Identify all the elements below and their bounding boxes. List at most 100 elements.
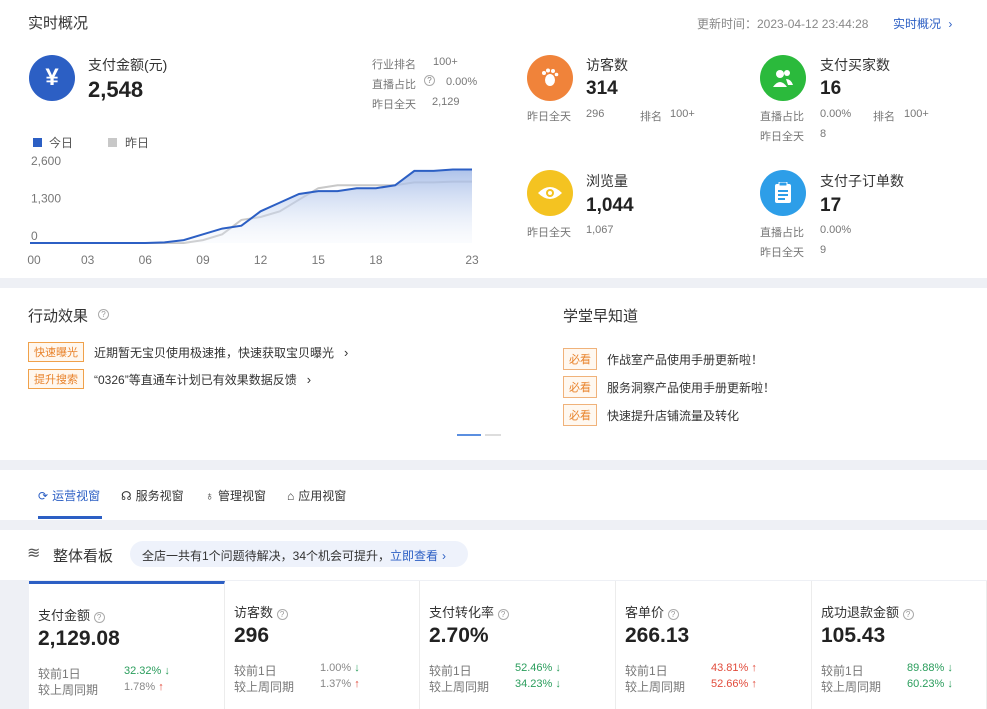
rank-label: 行业排名 bbox=[372, 59, 416, 71]
overview-link[interactable]: 实时概况 › bbox=[893, 15, 952, 32]
action-tag: 提升搜索 bbox=[28, 369, 84, 389]
compare-percent: 34.23% bbox=[515, 678, 553, 690]
series-area-today bbox=[30, 169, 472, 243]
footprint-icon bbox=[527, 55, 573, 101]
overview-card[interactable]: 支付转化率 ? 2.70% 较前1日 52.46% ↓ 较上周同期 34.23%… bbox=[420, 581, 616, 709]
chevron-right-icon: › bbox=[306, 371, 312, 387]
payment-label: 支付金额(元) bbox=[88, 57, 168, 73]
card-compare-label: 较前1日 bbox=[234, 664, 277, 678]
y-tick-label: 2,600 bbox=[31, 154, 61, 168]
action-item[interactable]: 快速曝光 近期暂无宝贝使用极速推，快速获取宝贝曝光 › bbox=[28, 342, 348, 362]
metric-rank-label: 排名 bbox=[640, 111, 662, 123]
card-compare-value: 43.81% ↑ bbox=[711, 662, 757, 674]
metric-yesterday-value: 296 bbox=[586, 108, 605, 120]
compare-percent: 89.88% bbox=[907, 662, 945, 674]
help-icon[interactable]: ? bbox=[667, 609, 679, 620]
action-item[interactable]: 提升搜索 “0326”等直通车计划已有效果数据反馈 › bbox=[28, 369, 311, 389]
payment-value: 2,548 bbox=[88, 77, 144, 102]
card-compare-label: 较前1日 bbox=[821, 664, 864, 678]
card-value: 266.13 bbox=[625, 624, 690, 647]
learn-item[interactable]: 必看 快速提升店铺流量及转化 bbox=[563, 404, 739, 426]
metric-live-label: 直播占比 bbox=[760, 227, 804, 239]
bag-icon: ♁ bbox=[205, 488, 214, 503]
overview-card[interactable]: 访客数 ? 296 较前1日 1.00% ↓ 较上周同期 1.37% ↑ bbox=[225, 581, 420, 709]
action-text[interactable]: “0326”等直通车计划已有效果数据反馈 bbox=[94, 371, 297, 388]
refresh-icon: ⟳ bbox=[38, 488, 49, 503]
compare-percent: 52.66% bbox=[711, 678, 749, 690]
overview-card[interactable]: 支付金额 ? 2,129.08 较前1日 32.32% ↓ 较上周同期 1.78… bbox=[29, 581, 225, 709]
learn-tag: 必看 bbox=[563, 348, 597, 370]
notice-link[interactable]: 立即查看 bbox=[390, 549, 438, 563]
help-icon[interactable]: ? bbox=[424, 75, 435, 86]
chevron-right-icon: › bbox=[344, 344, 349, 360]
help-icon[interactable]: ? bbox=[497, 609, 509, 620]
learn-item[interactable]: 必看 服务洞察产品使用手册更新啦！ bbox=[563, 376, 775, 398]
arrow-down-icon: ↓ bbox=[555, 678, 561, 690]
tab-management[interactable]: ♁ 管理视窗 bbox=[205, 487, 266, 504]
learn-text[interactable]: 作战室产品使用手册更新啦！ bbox=[607, 351, 763, 368]
tab-label[interactable]: 管理视窗 bbox=[218, 487, 266, 504]
learn-item[interactable]: 必看 作战室产品使用手册更新啦！ bbox=[563, 348, 763, 370]
learn-text[interactable]: 服务洞察产品使用手册更新啦！ bbox=[607, 379, 775, 396]
help-icon[interactable]: ? bbox=[902, 609, 914, 620]
card-label-text: 访客数 bbox=[234, 605, 274, 620]
carousel-dot-active[interactable] bbox=[457, 434, 481, 436]
card-compare-label: 较上周同期 bbox=[38, 683, 99, 697]
metric-yesterday-value: 1,067 bbox=[586, 224, 614, 236]
legend-label-yesterday: 昨日 bbox=[125, 136, 149, 150]
arrow-down-icon: ↓ bbox=[164, 665, 170, 677]
metric-rank-value: 100+ bbox=[670, 108, 695, 120]
card-compare-value: 34.23% ↓ bbox=[515, 678, 561, 690]
tab-apps[interactable]: ⌂ 应用视窗 bbox=[287, 487, 346, 504]
arrow-down-icon: ↓ bbox=[947, 678, 953, 690]
tab-active-indicator bbox=[38, 516, 102, 519]
card-value: 105.43 bbox=[821, 624, 886, 647]
compare-percent: 1.00% bbox=[320, 662, 352, 674]
help-icon[interactable]: ? bbox=[93, 612, 105, 623]
order-icon bbox=[760, 170, 806, 216]
card-compare-label: 较上周同期 bbox=[429, 680, 490, 694]
card-compare-value: 32.32% ↓ bbox=[124, 665, 170, 677]
card-compare-value: 52.66% ↑ bbox=[711, 678, 757, 690]
overview-card[interactable]: 客单价 ? 266.13 较前1日 43.81% ↑ 较上周同期 52.66% … bbox=[616, 581, 812, 709]
tab-service[interactable]: ☊ 服务视窗 bbox=[121, 487, 184, 504]
x-tick-label: 15 bbox=[312, 253, 326, 267]
metric-rank-label: 排名 bbox=[873, 111, 895, 123]
rank-value: 100+ bbox=[433, 56, 458, 68]
card-compare-value: 1.00% ↓ bbox=[320, 662, 360, 674]
card-value: 296 bbox=[234, 624, 270, 647]
action-text[interactable]: 近期暂无宝贝使用极速推，快速获取宝贝曝光 bbox=[94, 344, 334, 361]
metric-value-pageviews: 1,044 bbox=[586, 195, 634, 216]
action-tag: 快速曝光 bbox=[28, 342, 84, 362]
overview-link-label[interactable]: 实时概况 bbox=[893, 17, 941, 31]
metric-value-suborders: 17 bbox=[820, 195, 842, 216]
card-label: 支付转化率 ? bbox=[429, 602, 509, 621]
card-compare-value: 52.46% ↓ bbox=[515, 662, 561, 674]
help-icon[interactable]: ? bbox=[98, 309, 109, 320]
metric-yesterday-value: 9 bbox=[820, 244, 827, 256]
notice-text: 全店一共有1个问题待解决，34个机会可提升， bbox=[142, 549, 391, 563]
board-notice[interactable]: 全店一共有1个问题待解决，34个机会可提升，立即查看 › bbox=[130, 541, 468, 567]
carousel-dot[interactable] bbox=[485, 434, 501, 436]
yesterday-label: 昨日全天 bbox=[372, 99, 416, 111]
yesterday-value: 2,129 bbox=[432, 96, 460, 108]
footprint-glyph bbox=[542, 68, 559, 86]
arrow-up-icon: ↑ bbox=[354, 678, 360, 690]
x-tick-label: 09 bbox=[196, 253, 210, 267]
tab-label[interactable]: 服务视窗 bbox=[136, 487, 184, 504]
help-icon[interactable]: ? bbox=[276, 609, 288, 620]
card-value: 2.70% bbox=[429, 624, 489, 647]
chevron-right-icon: › bbox=[442, 549, 447, 563]
learn-text[interactable]: 快速提升店铺流量及转化 bbox=[607, 407, 739, 424]
tab-label[interactable]: 应用视窗 bbox=[298, 487, 346, 504]
card-value: 2,129.08 bbox=[38, 627, 120, 650]
legend-swatch-yesterday bbox=[108, 138, 117, 147]
metric-live-value: 0.00% bbox=[820, 224, 852, 236]
tab-operations[interactable]: ⟳ 运营视窗 bbox=[38, 487, 100, 504]
tab-label[interactable]: 运营视窗 bbox=[52, 487, 100, 504]
compare-percent: 43.81% bbox=[711, 662, 749, 674]
overview-card[interactable]: 成功退款金额 ? 105.43 较前1日 89.88% ↓ 较上周同期 60.2… bbox=[812, 581, 987, 709]
metric-live-value: 0.00% bbox=[820, 108, 852, 120]
metric-yesterday-label: 昨日全天 bbox=[760, 131, 804, 143]
card-compare-label: 较前1日 bbox=[625, 664, 668, 678]
